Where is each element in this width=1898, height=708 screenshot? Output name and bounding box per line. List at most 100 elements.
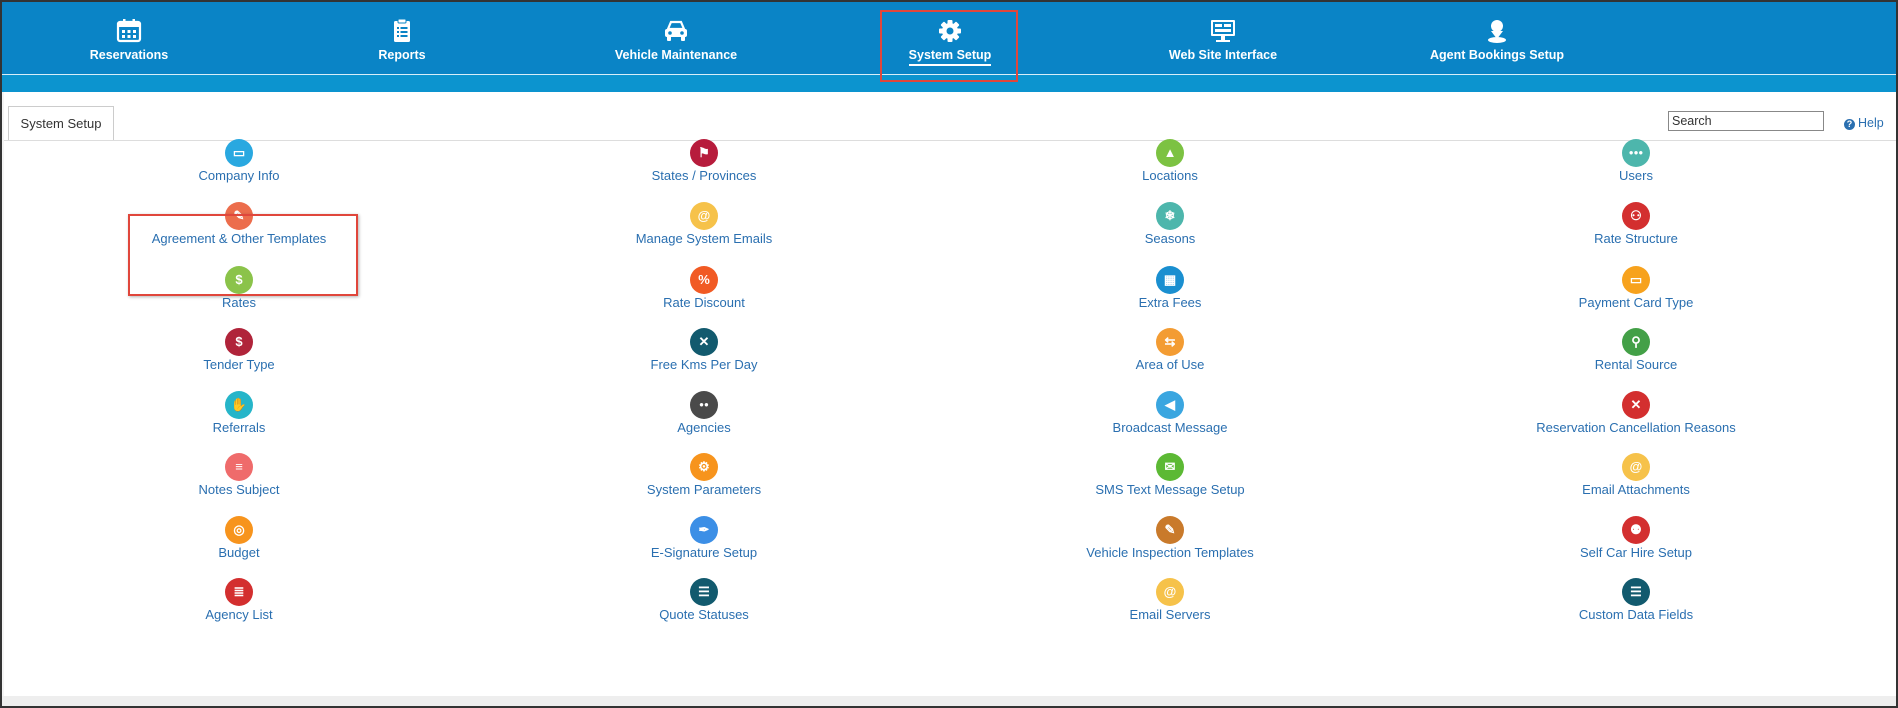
setup-item-label: Free Kms Per Day <box>650 357 758 372</box>
setup-item-label: Tender Type <box>203 357 275 372</box>
structure-icon: ⚇ <box>1622 202 1650 230</box>
setup-item[interactable]: ☰ Quote Statuses <box>554 578 854 622</box>
nav-reservations[interactable]: Reservations <box>29 14 229 70</box>
setup-item[interactable]: ✉ SMS Text Message Setup <box>1020 453 1320 497</box>
nav-label: System Setup <box>908 48 992 66</box>
setup-item-label: Rate Discount <box>663 295 745 310</box>
setup-item[interactable]: ⚉ Self Car Hire Setup <box>1486 516 1786 560</box>
setup-item[interactable]: % Rate Discount <box>554 266 854 310</box>
gear-icon <box>939 20 961 42</box>
monitor-icon <box>1211 20 1235 42</box>
setup-item[interactable]: ◀ Broadcast Message <box>1020 391 1320 435</box>
setup-item-label: Users <box>1619 168 1653 183</box>
setup-item[interactable]: @ Manage System Emails <box>554 202 854 246</box>
setup-item-label: SMS Text Message Setup <box>1095 482 1245 497</box>
nav-web-site-interface[interactable]: Web Site Interface <box>1123 14 1323 70</box>
flag-icon: ⚑ <box>690 139 718 167</box>
clipboard-icon <box>394 18 410 42</box>
pen-icon: ✒ <box>690 516 718 544</box>
setup-item-label: Area of Use <box>1135 357 1205 372</box>
nav-lower-band <box>2 75 1896 92</box>
setup-item[interactable]: ✒ E-Signature Setup <box>554 516 854 560</box>
people-icon: ●● <box>690 391 718 419</box>
setup-item[interactable]: ✕ Reservation Cancellation Reasons <box>1486 391 1786 435</box>
setup-item[interactable]: ⚇ Rate Structure <box>1486 202 1786 246</box>
snowflake-icon: ❄ <box>1156 202 1184 230</box>
tab-system-setup[interactable]: System Setup <box>8 106 114 140</box>
setup-item[interactable]: ⚲ Rental Source <box>1486 328 1786 372</box>
setup-item[interactable]: ●●● Users <box>1486 139 1786 183</box>
nav-label: Reservations <box>89 48 169 62</box>
content-area: System Setup ?Help ▭Company Info✎Agreeme… <box>4 92 1896 696</box>
checklist-icon: ☰ <box>1622 578 1650 606</box>
nav-label: Web Site Interface <box>1168 48 1278 62</box>
nav-system-setup[interactable]: System Setup <box>850 14 1050 70</box>
setup-item-label: Company Info <box>198 168 280 183</box>
map-icon: ▲ <box>1156 139 1184 167</box>
search-input[interactable] <box>1668 111 1824 131</box>
megaphone-icon: ◀ <box>1156 391 1184 419</box>
nav-divider <box>2 74 1896 75</box>
calendar-icon <box>116 19 142 43</box>
folder-icon: ▭ <box>225 139 253 167</box>
notes-icon: ≡ <box>225 453 253 481</box>
users-icon: ●●● <box>1622 139 1650 167</box>
setup-item[interactable]: $ Rates <box>89 266 389 310</box>
setup-item-label: Quote Statuses <box>659 607 749 622</box>
setup-item-label: Email Servers <box>1129 607 1211 622</box>
setup-item[interactable]: ✎ Agreement & Other Templates <box>89 202 389 246</box>
at-icon: @ <box>690 202 718 230</box>
setup-item[interactable]: ✕ Free Kms Per Day <box>554 328 854 372</box>
percent-icon: % <box>690 266 718 294</box>
setup-item[interactable]: ⇆ Area of Use <box>1020 328 1320 372</box>
setup-item[interactable]: ✋ Referrals <box>89 391 389 435</box>
setup-item[interactable]: ●● Agencies <box>554 391 854 435</box>
setup-item-label: Manage System Emails <box>635 231 773 246</box>
setup-item[interactable]: @ Email Servers <box>1020 578 1320 622</box>
setup-item[interactable]: ▦ Extra Fees <box>1020 266 1320 310</box>
inspection-icon: ✎ <box>1156 516 1184 544</box>
setup-item-label: States / Provinces <box>651 168 757 183</box>
setup-item[interactable]: ◎ Budget <box>89 516 389 560</box>
card-icon: ▭ <box>1622 266 1650 294</box>
help-link[interactable]: ? Help <box>1844 116 1884 130</box>
setup-item-label: Referrals <box>212 420 266 435</box>
nav-agent-bookings-setup[interactable]: Agent Bookings Setup <box>1397 14 1597 70</box>
setup-item-label: E-Signature Setup <box>650 545 758 560</box>
setup-item[interactable]: ✎ Vehicle Inspection Templates <box>1020 516 1320 560</box>
setup-item[interactable]: ▭ Company Info <box>89 139 389 183</box>
setup-item[interactable]: ⚙ System Parameters <box>554 453 854 497</box>
money-bag-icon: $ <box>225 328 253 356</box>
setup-item[interactable]: ≡ Notes Subject <box>89 453 389 497</box>
setup-item[interactable]: ❄ Seasons <box>1020 202 1320 246</box>
setup-item-label: Rental Source <box>1594 357 1678 372</box>
setup-item-label: Vehicle Inspection Templates <box>1086 545 1254 560</box>
nav-label: Vehicle Maintenance <box>614 48 738 62</box>
setup-item[interactable]: ▭ Payment Card Type <box>1486 266 1786 310</box>
gears-icon: ⚙ <box>690 453 718 481</box>
car-icon <box>665 20 687 41</box>
nav-reports[interactable]: Reports <box>302 14 502 70</box>
setup-item[interactable]: ≣ Agency List <box>89 578 389 622</box>
setup-item-label: Reservation Cancellation Reasons <box>1536 420 1736 435</box>
help-icon: ? <box>1844 119 1855 130</box>
setup-item[interactable]: ⚑ States / Provinces <box>554 139 854 183</box>
self-hire-icon: ⚉ <box>1622 516 1650 544</box>
setup-item[interactable]: ☰ Custom Data Fields <box>1486 578 1786 622</box>
nav-label: Agent Bookings Setup <box>1429 48 1565 62</box>
bottom-band <box>2 696 1896 706</box>
nav-label: Reports <box>378 48 426 62</box>
nav-vehicle-maintenance[interactable]: Vehicle Maintenance <box>576 14 776 70</box>
grid-icon: ▦ <box>1156 266 1184 294</box>
setup-item[interactable]: @ Email Attachments <box>1486 453 1786 497</box>
setup-item-label: Extra Fees <box>1138 295 1202 310</box>
top-navigation: Reservations Reports Vehicle Maintenance <box>2 2 1896 92</box>
setup-item-label: Seasons <box>1144 231 1196 246</box>
signpost-icon: ⇆ <box>1156 328 1184 356</box>
setup-item-label: Locations <box>1142 168 1198 183</box>
cancel-icon: ✕ <box>1622 391 1650 419</box>
setup-item-label: Agencies <box>677 420 731 435</box>
setup-item[interactable]: $ Tender Type <box>89 328 389 372</box>
setup-item[interactable]: ▲ Locations <box>1020 139 1320 183</box>
edit-icon: ✎ <box>225 202 253 230</box>
